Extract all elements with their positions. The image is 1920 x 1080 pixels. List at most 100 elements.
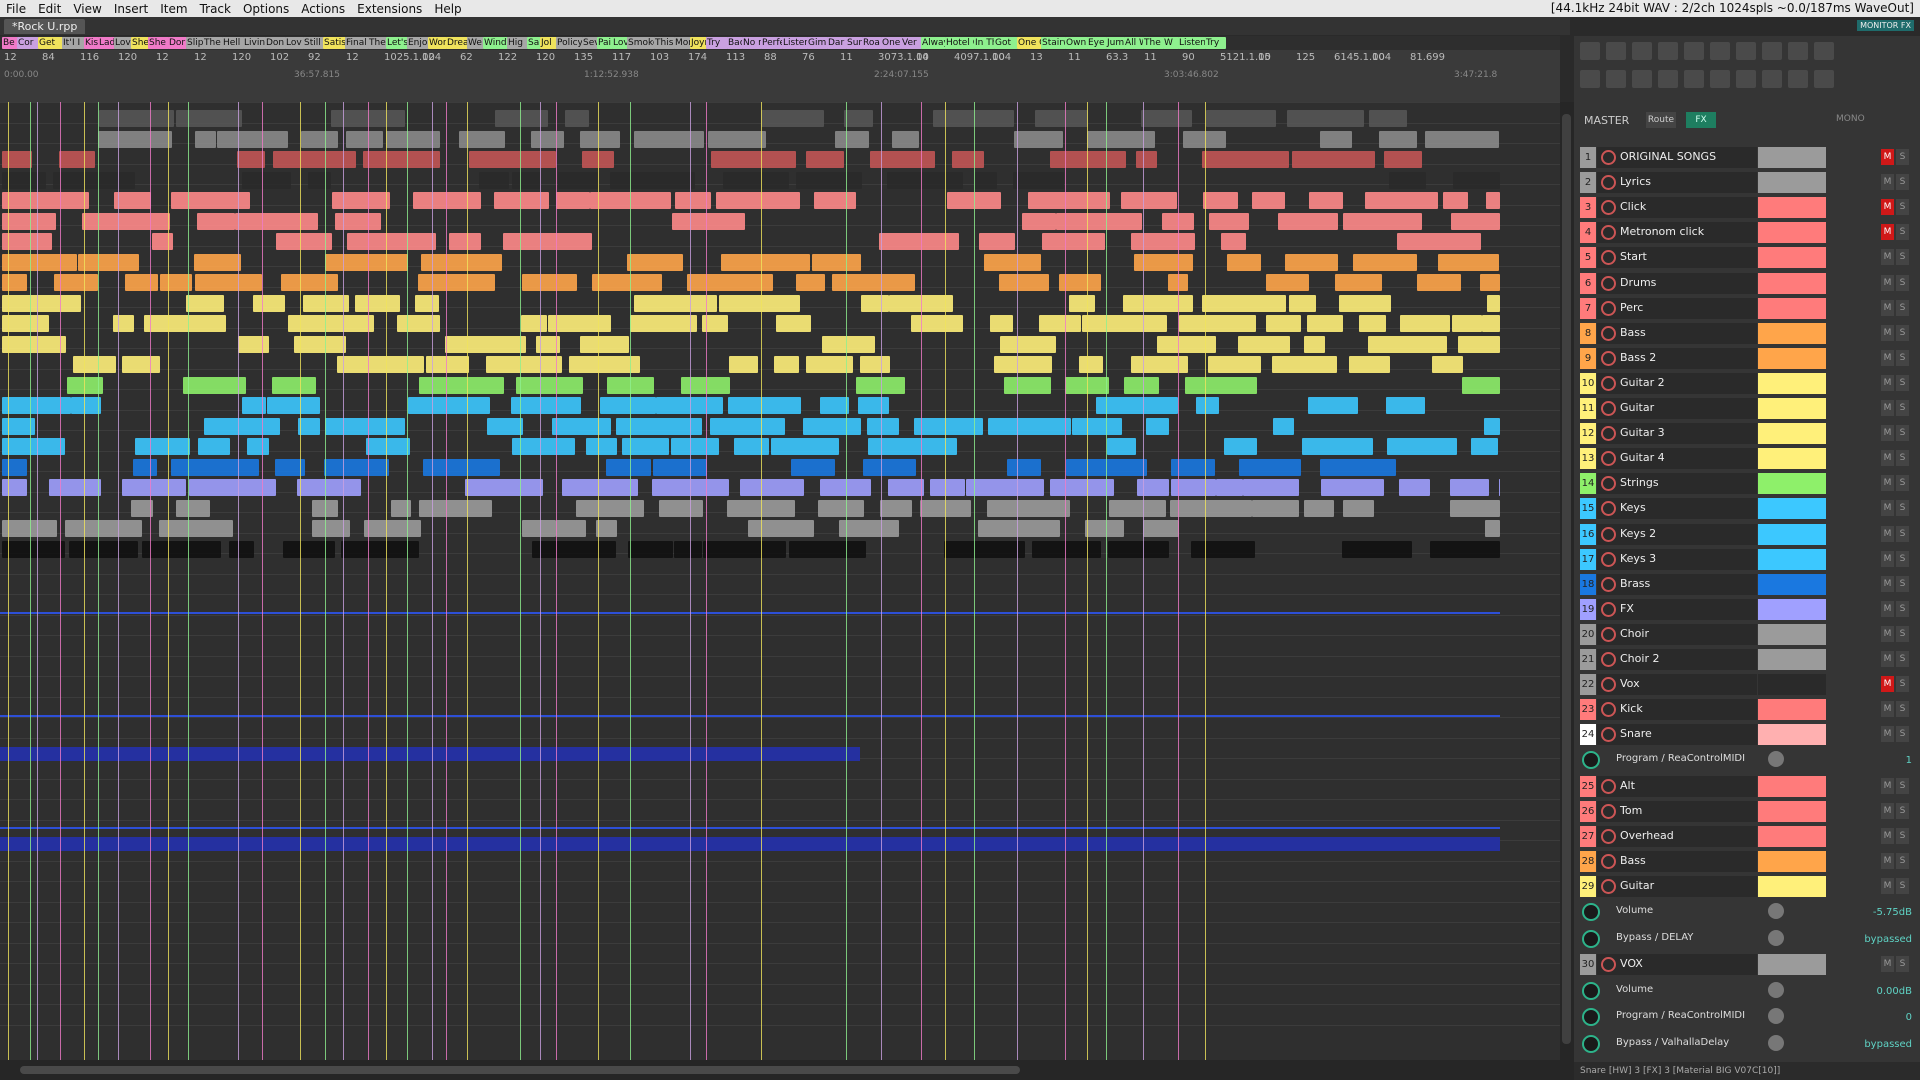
media-item[interactable] <box>1056 212 1142 230</box>
region-label[interactable]: The <box>203 37 223 49</box>
media-item[interactable] <box>580 335 629 353</box>
mono-button[interactable]: MONO <box>1836 114 1865 124</box>
region-label[interactable]: Jol <box>540 37 557 49</box>
project-marker[interactable] <box>761 102 762 1060</box>
mute-button[interactable]: M <box>1881 450 1894 467</box>
media-item[interactable] <box>355 294 400 312</box>
project-marker[interactable] <box>1017 102 1018 1060</box>
region-lane[interactable]: BeCorGetIt'sI IKisLadLovSheSheDorSlipThe… <box>0 36 1560 50</box>
media-item[interactable] <box>870 151 935 168</box>
media-item[interactable] <box>194 253 241 271</box>
solo-button[interactable]: S <box>1896 475 1909 492</box>
media-item[interactable] <box>217 130 288 148</box>
region-label[interactable]: One <box>881 37 902 49</box>
media-item[interactable] <box>308 171 331 189</box>
solo-button[interactable]: S <box>1896 450 1909 467</box>
solo-button[interactable]: S <box>1896 274 1909 291</box>
media-item[interactable] <box>1304 499 1334 517</box>
project-marker[interactable] <box>1065 102 1066 1060</box>
media-item[interactable] <box>610 171 695 189</box>
media-item[interactable] <box>2 479 27 496</box>
media-item[interactable] <box>1157 335 1216 353</box>
track-name[interactable]: Drums <box>1620 276 1656 289</box>
project-marker[interactable] <box>974 102 975 1060</box>
media-item[interactable] <box>832 274 915 291</box>
solo-button[interactable]: S <box>1896 878 1909 895</box>
media-item[interactable] <box>1343 499 1374 517</box>
media-item[interactable] <box>408 397 490 414</box>
record-arm-icon[interactable] <box>1601 350 1616 366</box>
track-header[interactable]: 7 Perc M S <box>1580 297 1914 320</box>
media-item[interactable] <box>628 540 673 558</box>
media-item[interactable] <box>596 520 617 537</box>
solo-button[interactable]: S <box>1896 525 1909 542</box>
media-item[interactable] <box>324 458 389 476</box>
media-item[interactable] <box>2 458 27 476</box>
region-label[interactable]: Gimm <box>807 37 828 49</box>
media-item[interactable] <box>1224 438 1257 455</box>
project-marker[interactable] <box>1106 102 1107 1060</box>
track-name[interactable]: Keys <box>1620 501 1646 514</box>
region-label[interactable]: The <box>1143 37 1164 49</box>
media-item[interactable] <box>710 417 785 435</box>
media-item[interactable] <box>297 479 361 496</box>
region-label[interactable]: Listen <box>782 37 808 49</box>
play-icon[interactable] <box>1710 42 1730 60</box>
track-header[interactable]: 25 Alt M S <box>1580 775 1914 798</box>
menu-item-file[interactable]: File <box>0 0 32 17</box>
region-label[interactable]: No r <box>742 37 762 49</box>
media-item[interactable] <box>548 315 611 332</box>
track-header[interactable]: 19 FX M S <box>1580 598 1914 621</box>
media-item[interactable] <box>1209 212 1249 230</box>
region-label[interactable]: The <box>368 37 387 49</box>
record-arm-icon[interactable] <box>1601 576 1616 592</box>
media-item[interactable] <box>723 171 789 189</box>
media-item[interactable] <box>1482 315 1500 332</box>
media-item[interactable] <box>122 479 186 496</box>
media-item[interactable] <box>774 356 799 373</box>
media-item[interactable] <box>325 253 408 271</box>
media-item[interactable] <box>532 540 616 558</box>
media-item[interactable] <box>1004 376 1051 394</box>
media-item[interactable] <box>53 171 135 189</box>
cd-icon[interactable] <box>1814 70 1834 88</box>
media-item[interactable] <box>1069 294 1095 312</box>
media-item[interactable] <box>195 130 216 148</box>
media-item[interactable] <box>1307 315 1343 332</box>
media-item[interactable] <box>2 540 65 558</box>
region-label[interactable]: Ver <box>901 37 922 49</box>
media-item[interactable] <box>887 171 963 189</box>
media-item[interactable] <box>238 335 269 353</box>
media-item[interactable] <box>479 171 509 189</box>
solo-button[interactable]: S <box>1896 803 1909 819</box>
media-item[interactable] <box>1179 315 1256 332</box>
media-item[interactable] <box>69 540 138 558</box>
solo-button[interactable]: S <box>1896 651 1909 667</box>
media-item[interactable] <box>59 151 95 168</box>
track-name[interactable]: Kick <box>1620 702 1643 715</box>
envelope-bypass-icon[interactable] <box>1582 1008 1600 1026</box>
media-item[interactable] <box>1039 315 1081 332</box>
track-header[interactable]: 18 Brass M S <box>1580 573 1914 596</box>
media-item[interactable] <box>1486 192 1500 209</box>
media-item[interactable] <box>1484 417 1500 435</box>
media-item[interactable] <box>1389 171 1426 189</box>
record-arm-icon[interactable] <box>1601 829 1616 845</box>
solo-button[interactable]: S <box>1896 500 1909 517</box>
project-marker[interactable] <box>60 102 61 1060</box>
media-item[interactable] <box>294 335 346 353</box>
media-item[interactable] <box>1202 294 1286 312</box>
project-marker[interactable] <box>630 102 631 1060</box>
media-item[interactable] <box>347 233 436 250</box>
mute-button[interactable]: M <box>1881 828 1894 845</box>
record-arm-icon[interactable] <box>1601 300 1616 316</box>
media-item[interactable] <box>242 171 291 189</box>
region-label[interactable]: Lad <box>98 37 115 49</box>
media-item[interactable] <box>337 356 424 373</box>
region-label[interactable]: Hotel C <box>945 37 975 49</box>
automation-lane[interactable] <box>0 827 1500 829</box>
media-item[interactable] <box>1353 253 1417 271</box>
menu-item-insert[interactable]: Insert <box>108 0 154 17</box>
mute-button[interactable]: M <box>1881 224 1894 241</box>
media-item[interactable] <box>176 499 210 517</box>
